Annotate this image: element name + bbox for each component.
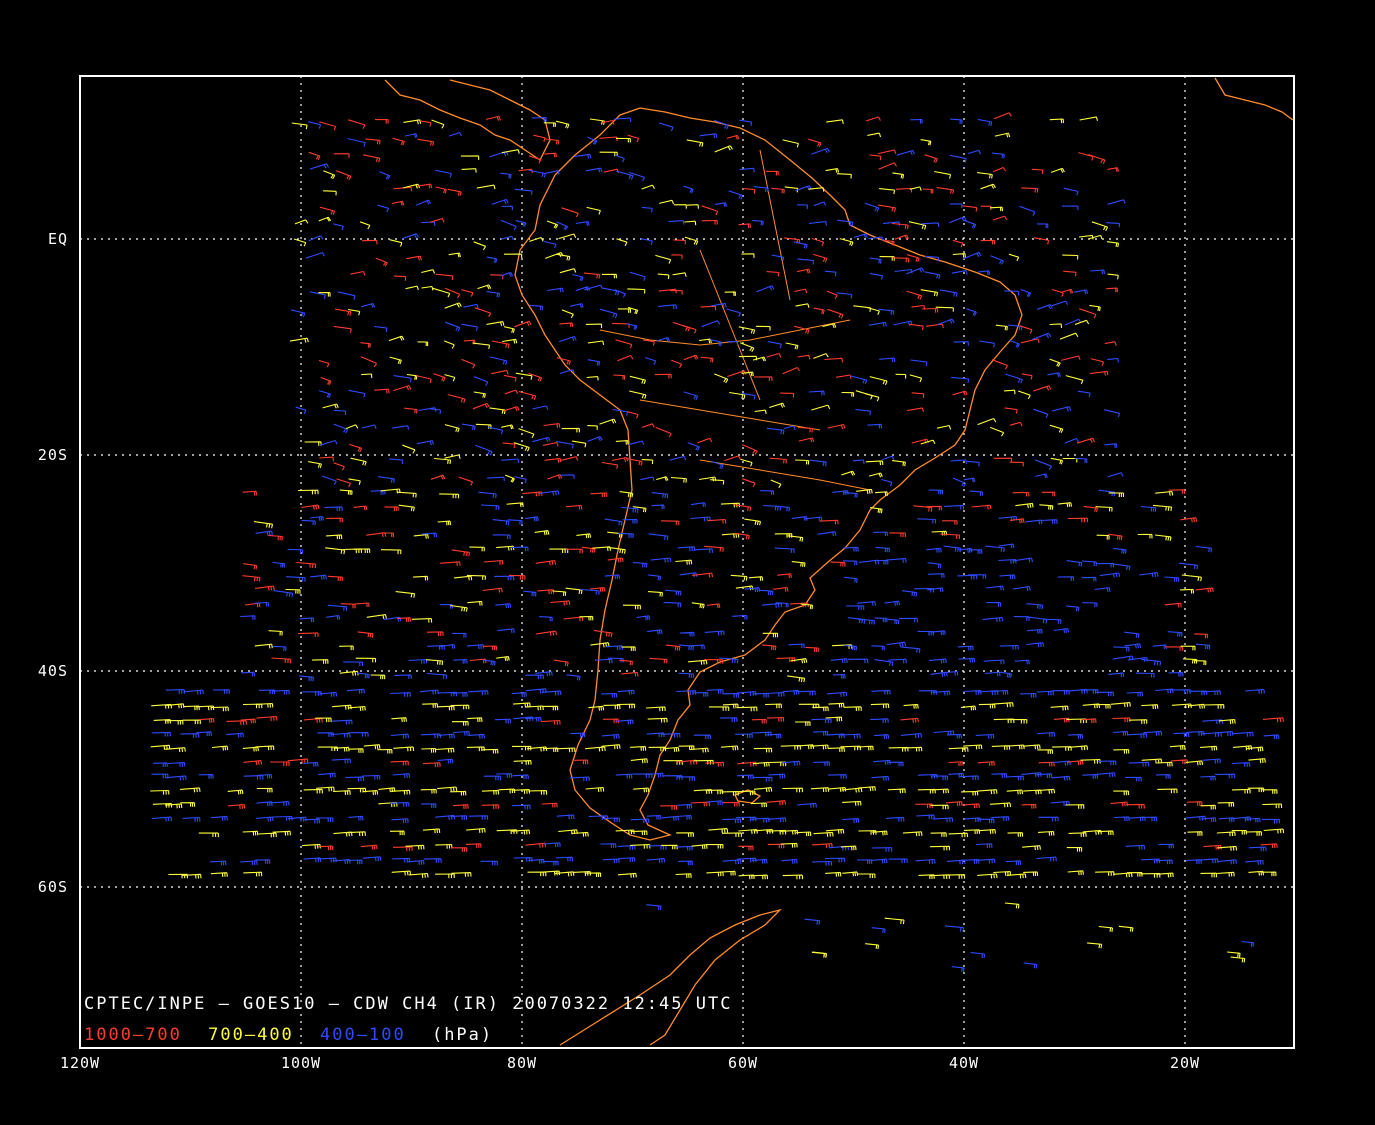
lon-label-80w: 80W <box>507 1054 537 1072</box>
lon-label-120w: 120W <box>60 1054 100 1072</box>
lon-label-60w: 60W <box>728 1054 758 1072</box>
lat-label-60s: 60S <box>38 878 68 896</box>
legend-mid-level: 700—400 <box>208 1025 294 1045</box>
legend-high-level: 400—100 <box>320 1025 406 1045</box>
lon-label-20w: 20W <box>1170 1054 1200 1072</box>
lon-label-40w: 40W <box>949 1054 979 1072</box>
legend-low-level: 1000—700 <box>84 1025 182 1045</box>
legend-unit: (hPa) <box>432 1025 493 1045</box>
lat-label-eq: EQ <box>48 230 68 248</box>
pressure-legend: 1000—700 700—400 400—100 (hPa) <box>84 1025 493 1045</box>
lon-label-100w: 100W <box>281 1054 321 1072</box>
lat-label-40s: 40S <box>38 662 68 680</box>
map-caption: CPTEC/INPE — GOES10 — CDW CH4 (IR) 20070… <box>84 994 732 1014</box>
lat-label-20s: 20S <box>38 446 68 464</box>
wind-map: EQ 20S 40S 60S 120W 100W 80W 60W 40W 20W… <box>0 0 1375 1125</box>
